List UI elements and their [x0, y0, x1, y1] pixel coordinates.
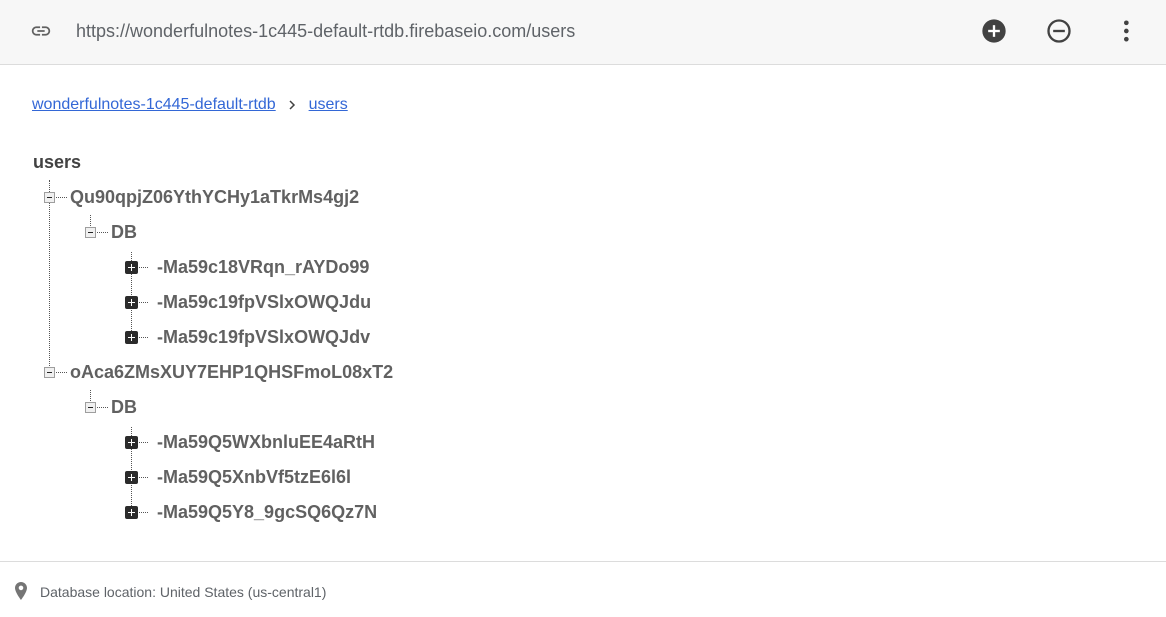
collapse-toggle[interactable]	[85, 402, 96, 413]
expand-toggle[interactable]	[125, 436, 138, 449]
collapse-toggle[interactable]	[85, 227, 96, 238]
node-key[interactable]: -Ma59c19fpVSlxOWQJdv	[157, 325, 370, 349]
tree-root-label: users	[33, 152, 82, 172]
expand-toggle[interactable]	[125, 261, 138, 274]
expand-toggle[interactable]	[125, 296, 138, 309]
breadcrumb-users[interactable]: users	[309, 96, 348, 113]
expand-toggle[interactable]	[125, 331, 138, 344]
tree-branch	[139, 442, 148, 443]
collapse-toggle[interactable]	[44, 192, 55, 203]
node-key[interactable]: -Ma59c18VRqn_rAYDo99	[157, 255, 369, 279]
toolbar: https://wonderfulnotes-1c445-default-rtd…	[0, 0, 1166, 65]
node-key[interactable]: oAca6ZMsXUY7EHP1QHSFmoL08xT2	[70, 360, 393, 384]
node-key[interactable]: -Ma59Q5Y8_9gcSQ6Qz7N	[157, 500, 377, 524]
tree-branch	[139, 512, 148, 513]
node-key[interactable]: -Ma59Q5XnbVf5tzE6l6l	[157, 465, 351, 489]
chevron-right-icon	[289, 100, 296, 110]
tree-branch	[97, 232, 108, 233]
node-key[interactable]: -Ma59c19fpVSlxOWQJdu	[157, 290, 371, 314]
tree-branch	[139, 337, 148, 338]
tree-branch	[139, 302, 148, 303]
add-circle-icon[interactable]	[980, 17, 1008, 45]
tree-branch	[56, 372, 67, 373]
tree-branch	[56, 197, 67, 198]
more-vert-icon[interactable]	[1110, 17, 1138, 45]
collapse-toggle[interactable]	[44, 367, 55, 378]
tree-branch	[139, 267, 148, 268]
database-url[interactable]: https://wonderfulnotes-1c445-default-rtd…	[76, 20, 575, 42]
remove-circle-icon[interactable]	[1045, 17, 1073, 45]
node-key[interactable]: DB	[111, 220, 137, 244]
breadcrumb-database[interactable]: wonderfulnotes-1c445-default-rtdb	[32, 96, 276, 113]
location-pin-icon	[15, 582, 27, 600]
node-key[interactable]: Qu90qpjZ06YthYCHy1aTkrMs4gj2	[70, 185, 359, 209]
node-key[interactable]: DB	[111, 395, 137, 419]
expand-toggle[interactable]	[125, 471, 138, 484]
tree-line	[49, 180, 50, 370]
breadcrumb: wonderfulnotes-1c445-default-rtdb users	[32, 95, 348, 115]
data-tree: users Qu90qpjZ06YthYCHy1aTkrMs4gj2 DB -M…	[0, 140, 1166, 540]
database-location: Database location: United States (us-cen…	[40, 584, 327, 600]
link-icon	[31, 26, 51, 36]
expand-toggle[interactable]	[125, 506, 138, 519]
tree-branch	[139, 477, 148, 478]
node-key[interactable]: -Ma59Q5WXbnluEE4aRtH	[157, 430, 375, 454]
footer: Database location: United States (us-cen…	[0, 561, 1166, 617]
tree-branch	[97, 407, 108, 408]
